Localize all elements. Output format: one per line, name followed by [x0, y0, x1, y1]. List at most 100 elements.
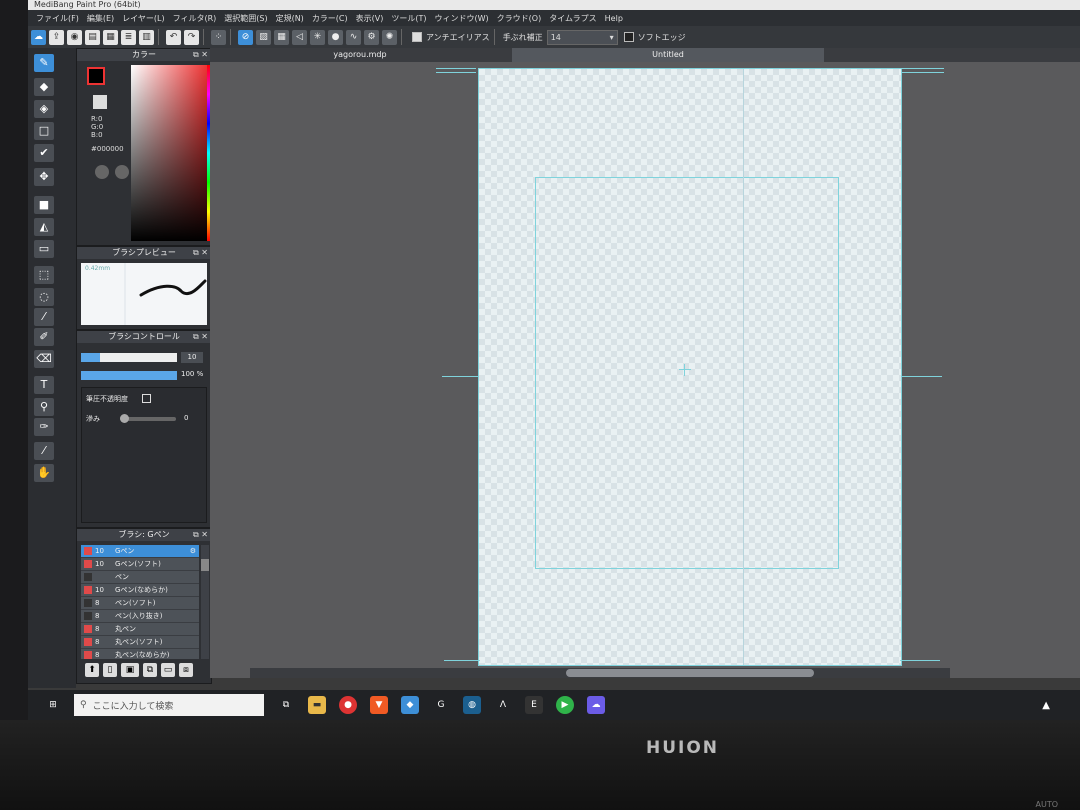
close-icon[interactable]: ⧉ ✕: [193, 49, 208, 61]
list-item[interactable]: 10 Gペン(ソフト): [81, 558, 199, 571]
list-item[interactable]: 8 ペン(入り抜き): [81, 610, 199, 623]
divide-tool-icon[interactable]: ✑: [34, 418, 54, 436]
cloud-app-icon[interactable]: ☁: [587, 696, 605, 714]
hand-tool-icon[interactable]: ✋: [34, 464, 54, 482]
menu-help[interactable]: Help: [605, 14, 623, 23]
lasso-icon[interactable]: ◌: [34, 288, 54, 306]
list-item[interactable]: 8 丸ペン: [81, 623, 199, 636]
taskbar-search[interactable]: ⚲ ここに入力して検索: [74, 694, 264, 716]
chrome-icon[interactable]: ●: [339, 696, 357, 714]
task-view-icon[interactable]: ⧉: [277, 696, 295, 714]
list-item[interactable]: 10 Gペン(なめらか): [81, 584, 199, 597]
eyedropper-icon[interactable]: ⁄: [34, 442, 54, 460]
brush-tool-icon[interactable]: ✎: [34, 54, 54, 72]
select-rect-icon[interactable]: ⬚: [34, 266, 54, 284]
export-icon[interactable]: ⇪: [49, 29, 64, 45]
list-item[interactable]: 8 丸ペン(ソフト): [81, 636, 199, 649]
menu-layer[interactable]: レイヤー(L): [122, 13, 164, 24]
fill-tool-icon[interactable]: ◭: [34, 218, 54, 236]
steam-icon[interactable]: ◍: [463, 696, 481, 714]
menu-color[interactable]: カラー(C): [312, 13, 348, 24]
tab-yagorou[interactable]: yagorou.mdp: [210, 48, 510, 62]
snap-grid-icon[interactable]: ▦: [274, 29, 289, 45]
select-pen-icon[interactable]: ✐: [34, 328, 54, 346]
gradient-tool-icon[interactable]: ▭: [34, 240, 54, 258]
size-slider[interactable]: [81, 353, 177, 362]
close-icon[interactable]: ⧉ ✕: [193, 529, 208, 541]
horizontal-scrollbar[interactable]: [250, 668, 950, 678]
color-history-icon[interactable]: [95, 165, 109, 179]
duplicate-icon[interactable]: ⧈: [179, 663, 193, 677]
blur-slider[interactable]: [120, 414, 176, 423]
snap-curve-icon[interactable]: ∿: [346, 29, 361, 45]
menu-window[interactable]: ウィンドウ(W): [435, 13, 489, 24]
windows-start-icon[interactable]: ⊞: [44, 696, 62, 714]
comment-icon[interactable]: ◉: [67, 29, 82, 45]
opacity-slider[interactable]: [81, 371, 177, 380]
list-item[interactable]: 10 Gペン ⚙: [81, 545, 199, 558]
close-icon[interactable]: ⧉ ✕: [193, 331, 208, 343]
magic-wand-icon[interactable]: ⁄: [34, 308, 54, 326]
folder-icon[interactable]: ▬: [308, 696, 326, 714]
opacity-value[interactable]: 100 %: [181, 370, 203, 378]
brave-icon[interactable]: ▼: [370, 696, 388, 714]
antialias-checkbox[interactable]: [412, 32, 422, 42]
g-app-icon[interactable]: G: [432, 696, 450, 714]
snap-off-icon[interactable]: ⊘: [238, 29, 253, 45]
medibang-icon[interactable]: ◆: [401, 696, 419, 714]
eraser-tool-icon-2[interactable]: ◈: [34, 100, 54, 118]
gear-icon[interactable]: ⚙: [190, 545, 196, 557]
green-app-icon[interactable]: ▶: [556, 696, 574, 714]
menu-view[interactable]: 表示(V): [356, 13, 384, 24]
menu-edit[interactable]: 編集(E): [87, 13, 114, 24]
menu-timelapse[interactable]: タイムラプス: [549, 13, 596, 24]
page-icon[interactable]: ▦: [103, 29, 118, 45]
snap-parallel-icon[interactable]: ▨: [256, 29, 271, 45]
transparent-swatch[interactable]: [93, 95, 107, 109]
redo-icon[interactable]: ↷: [184, 29, 199, 45]
menu-file[interactable]: ファイル(F): [36, 13, 79, 24]
snap-perspective-icon[interactable]: ◁: [292, 29, 307, 45]
undo-icon[interactable]: ↶: [166, 29, 181, 45]
epic-games-icon[interactable]: E: [525, 696, 543, 714]
menu-cloud[interactable]: クラウド(O): [497, 13, 542, 24]
a-app-icon[interactable]: Λ: [494, 696, 512, 714]
menu-filter[interactable]: フィルタ(R): [173, 13, 217, 24]
size-value[interactable]: 10: [181, 352, 203, 363]
eraser-tool-icon[interactable]: ◆: [34, 78, 54, 96]
deselect-icon[interactable]: ⁘: [211, 29, 226, 45]
brush-list-scrollbar[interactable]: [201, 545, 209, 659]
list-item[interactable]: ペン: [81, 571, 199, 584]
list-icon[interactable]: ≣: [121, 29, 136, 45]
check-tool-icon[interactable]: ✔: [34, 144, 54, 162]
menu-tool[interactable]: ツール(T): [391, 13, 426, 24]
close-icon[interactable]: ⧉ ✕: [193, 247, 208, 259]
chat-icon[interactable]: ▤: [85, 29, 100, 45]
list-item[interactable]: 8 ペン(ソフト): [81, 597, 199, 610]
shape-tool-icon[interactable]: ■: [34, 196, 54, 214]
tab-untitled[interactable]: Untitled: [512, 48, 824, 62]
snap-circle-icon[interactable]: ●: [328, 29, 343, 45]
move-tool-icon[interactable]: ✥: [34, 168, 54, 186]
new-brush-icon[interactable]: ▯: [103, 663, 117, 677]
snap-radial-icon[interactable]: ✳: [310, 29, 325, 45]
color-palette-icon[interactable]: [115, 165, 129, 179]
stabilizer-select[interactable]: 14 ▾: [546, 29, 618, 45]
cloud-icon[interactable]: ☁: [31, 29, 46, 45]
primary-color-swatch[interactable]: [87, 67, 105, 85]
rectangle-tool-icon[interactable]: □: [34, 122, 54, 140]
snap-settings-icon[interactable]: ⚙: [364, 29, 379, 45]
folder-icon[interactable]: ▭: [161, 663, 175, 677]
brush-image-icon[interactable]: ▣: [121, 663, 139, 677]
copy-brush-icon[interactable]: ⧉: [143, 663, 157, 677]
softedge-checkbox[interactable]: [623, 32, 634, 42]
book-icon[interactable]: ▥: [139, 29, 154, 45]
text-tool-icon[interactable]: T: [34, 376, 54, 394]
color-square[interactable]: [131, 65, 207, 241]
canvas-paper[interactable]: [478, 68, 902, 666]
list-item[interactable]: 8 丸ペン(なめらか): [81, 649, 199, 659]
add-brush-icon[interactable]: ⬆: [85, 663, 99, 677]
menu-ruler[interactable]: 定規(N): [276, 13, 304, 24]
snap-extra-icon[interactable]: ✺: [382, 29, 397, 45]
select-eraser-icon[interactable]: ⌫: [34, 350, 54, 368]
